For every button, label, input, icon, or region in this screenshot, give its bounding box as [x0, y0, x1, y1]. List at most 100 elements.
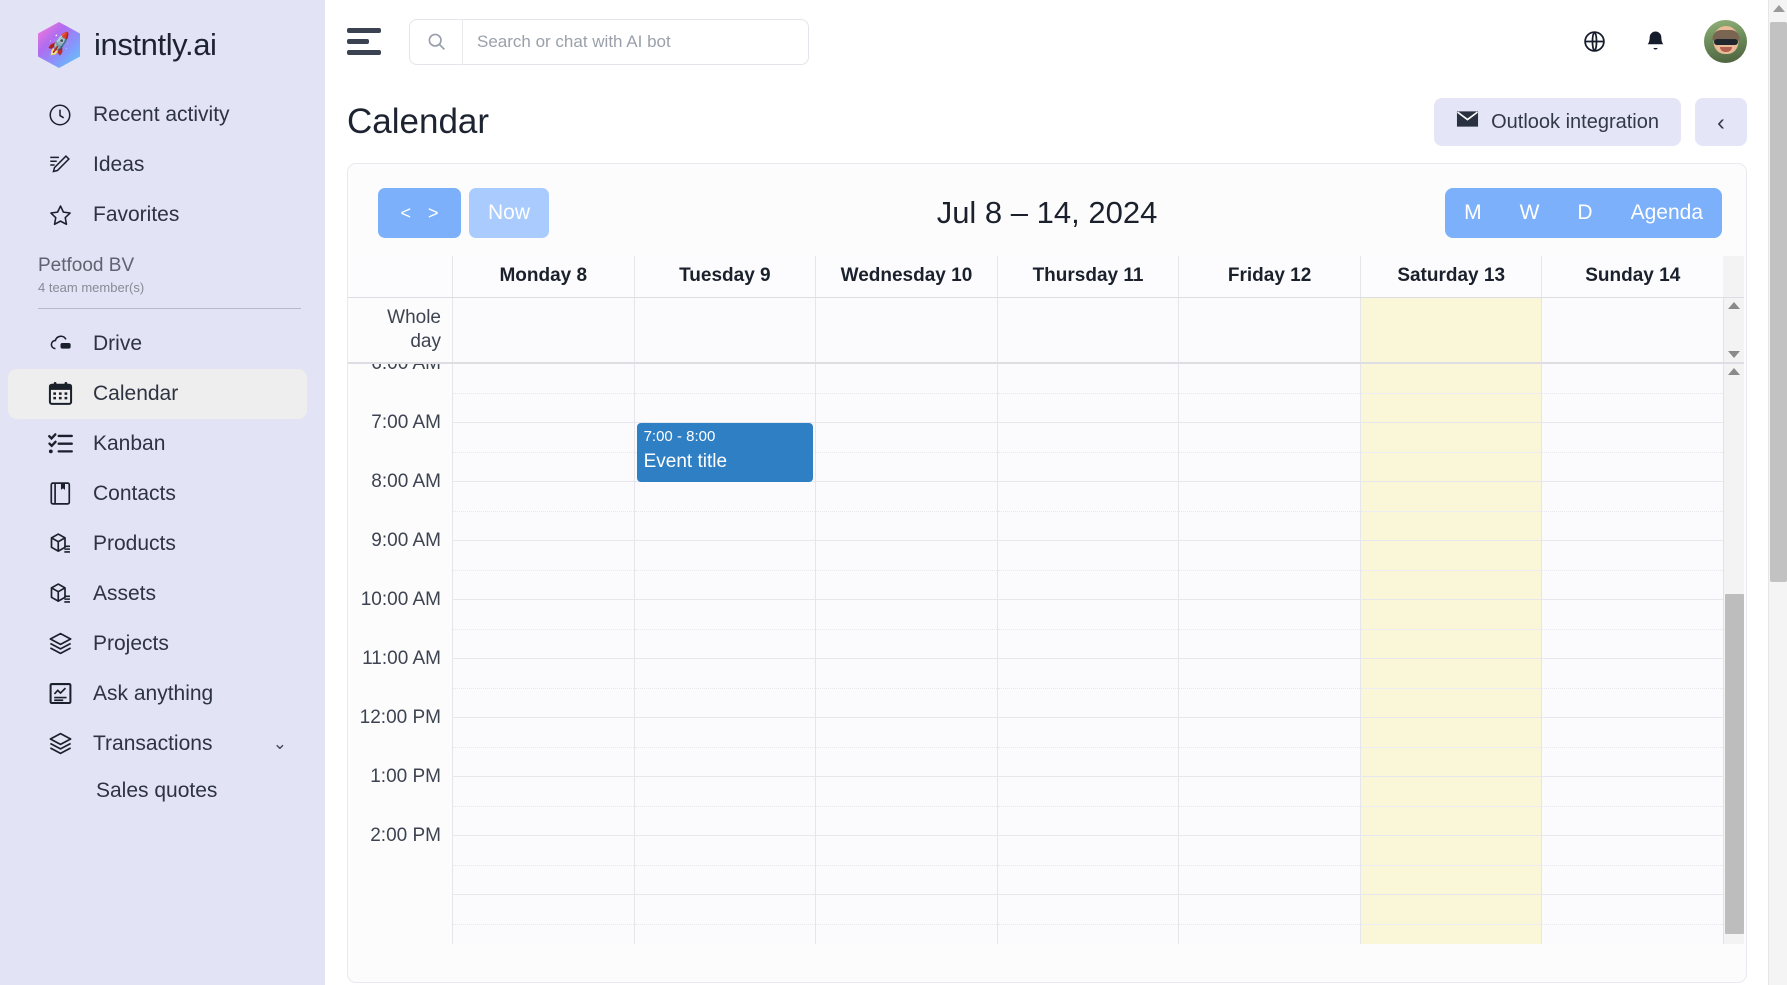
globe-icon[interactable]: [1582, 29, 1607, 54]
page-header: Calendar Outlook integration ‹: [325, 83, 1787, 153]
allday-cell-wednesday[interactable]: [815, 298, 997, 362]
sidebar-item-favorites[interactable]: Favorites: [8, 190, 307, 240]
allday-cell-thursday[interactable]: [997, 298, 1179, 362]
calendar-prev-button[interactable]: <: [400, 203, 411, 224]
sidebar-item-label: Kanban: [93, 432, 165, 456]
time-label: 10:00 AM: [348, 589, 452, 648]
calendar-time-grid: 6:00 AM 7:00 AM 8:00 AM 9:00 AM 10:00 AM…: [348, 364, 1744, 944]
sidebar-item-recent-activity[interactable]: Recent activity: [8, 90, 307, 140]
topbar: [325, 0, 1787, 83]
time-label: 8:00 AM: [348, 471, 452, 530]
sidebar-item-label: Ideas: [93, 153, 144, 177]
chart-image-icon: [46, 680, 74, 708]
sidebar-divider: [38, 308, 301, 309]
search-input[interactable]: [463, 20, 808, 64]
time-label: 11:00 AM: [348, 648, 452, 707]
time-grid-scrollbar[interactable]: [1723, 364, 1744, 944]
sidebar-item-label: Contacts: [93, 482, 176, 506]
browser-scrollbar[interactable]: [1768, 0, 1787, 985]
sidebar-item-label: Favorites: [93, 203, 179, 227]
sidebar-item-transactions[interactable]: Transactions ⌄: [8, 719, 307, 769]
search-box[interactable]: [409, 19, 809, 65]
day-header[interactable]: Monday 8: [452, 256, 634, 297]
envelope-icon: [1456, 110, 1479, 134]
time-label: 12:00 PM: [348, 707, 452, 766]
view-button-day[interactable]: D: [1558, 188, 1611, 238]
sidebar-item-label: Assets: [93, 582, 156, 606]
calendar-grid: Monday 8 Tuesday 9 Wednesday 10 Thursday…: [348, 256, 1746, 944]
chevron-down-icon[interactable]: ⌄: [273, 734, 293, 754]
sidebar-item-label: Drive: [93, 332, 142, 356]
main-area: Calendar Outlook integration ‹: [325, 0, 1787, 985]
topbar-actions: [1582, 20, 1787, 63]
page-title: Calendar: [347, 102, 489, 142]
team-block: Petfood BV 4 team member(s): [0, 240, 301, 295]
sidebar-item-assets[interactable]: Assets: [8, 569, 307, 619]
scroll-up-arrow-icon[interactable]: [1728, 302, 1740, 309]
day-header[interactable]: Thursday 11: [997, 256, 1179, 297]
day-header[interactable]: Sunday 14: [1541, 256, 1723, 297]
sidebar-subitem-sales-quotes[interactable]: Sales quotes: [0, 779, 325, 803]
team-member-count: 4 team member(s): [38, 280, 301, 295]
day-column-saturday[interactable]: [1360, 364, 1542, 944]
allday-cell-monday[interactable]: [452, 298, 634, 362]
layers-icon: [46, 630, 74, 658]
calendar-day-header-row: Monday 8 Tuesday 9 Wednesday 10 Thursday…: [348, 256, 1744, 298]
allday-cell-tuesday[interactable]: [634, 298, 816, 362]
scrollbar-thumb[interactable]: [1725, 594, 1744, 934]
day-column-sunday[interactable]: [1541, 364, 1723, 944]
day-column-friday[interactable]: [1178, 364, 1360, 944]
sidebar-item-contacts[interactable]: Contacts: [8, 469, 307, 519]
allday-label-line2: day: [348, 330, 441, 354]
collapse-panel-button[interactable]: ‹: [1695, 98, 1747, 146]
day-column-wednesday[interactable]: [815, 364, 997, 944]
day-header[interactable]: Friday 12: [1178, 256, 1360, 297]
sidebar-item-ask-anything[interactable]: Ask anything: [8, 669, 307, 719]
header-scrollbar-spacer: [1723, 256, 1744, 297]
view-button-agenda[interactable]: Agenda: [1612, 188, 1722, 238]
outlook-integration-button[interactable]: Outlook integration: [1434, 98, 1681, 146]
browser-scrollbar-thumb[interactable]: [1770, 22, 1787, 582]
calendar-view-group: M W D Agenda: [1445, 188, 1722, 238]
hamburger-icon[interactable]: [347, 26, 387, 58]
brand[interactable]: 🚀 instntly.ai: [0, 0, 325, 90]
day-column-thursday[interactable]: [997, 364, 1179, 944]
box-list-icon: [46, 530, 74, 558]
pencil-lines-icon: [46, 151, 74, 179]
calendar-prev-next-group[interactable]: < >: [378, 188, 461, 238]
day-column-tuesday[interactable]: 7:00 - 8:00 Event title: [634, 364, 816, 944]
allday-cell-sunday[interactable]: [1541, 298, 1723, 362]
view-button-week[interactable]: W: [1501, 188, 1559, 238]
calendar-event[interactable]: 7:00 - 8:00 Event title: [637, 423, 814, 482]
day-header[interactable]: Tuesday 9: [634, 256, 816, 297]
calendar-toolbar: < > Now Jul 8 – 14, 2024 M W D Agenda: [348, 164, 1746, 256]
sidebar-item-kanban[interactable]: Kanban: [8, 419, 307, 469]
time-label: 9:00 AM: [348, 530, 452, 589]
calendar-next-button[interactable]: >: [428, 203, 439, 224]
scroll-up-arrow-icon[interactable]: [1728, 368, 1740, 375]
sidebar-item-projects[interactable]: Projects: [8, 619, 307, 669]
sidebar-item-drive[interactable]: Drive: [8, 319, 307, 369]
day-header[interactable]: Wednesday 10: [815, 256, 997, 297]
scroll-up-arrow-icon[interactable]: [1773, 5, 1785, 12]
sidebar-item-label: Recent activity: [93, 103, 230, 127]
calendar-now-button[interactable]: Now: [469, 188, 549, 238]
avatar[interactable]: [1704, 20, 1747, 63]
app-root: 🚀 instntly.ai Recent activity Ideas: [0, 0, 1787, 985]
event-time: 7:00 - 8:00: [644, 428, 807, 447]
allday-label: Whole day: [348, 298, 452, 362]
cloud-drive-icon: [46, 330, 74, 358]
allday-scrollbar[interactable]: [1723, 298, 1744, 362]
allday-cell-friday[interactable]: [1178, 298, 1360, 362]
allday-cell-saturday[interactable]: [1360, 298, 1542, 362]
day-column-monday[interactable]: [452, 364, 634, 944]
search-icon: [410, 19, 463, 65]
sidebar-item-products[interactable]: Products: [8, 519, 307, 569]
bell-icon[interactable]: [1643, 29, 1668, 54]
day-header[interactable]: Saturday 13: [1360, 256, 1542, 297]
scroll-down-arrow-icon[interactable]: [1728, 351, 1740, 358]
sidebar-item-calendar[interactable]: Calendar: [8, 369, 307, 419]
event-title: Event title: [644, 450, 807, 475]
sidebar-item-ideas[interactable]: Ideas: [8, 140, 307, 190]
view-button-month[interactable]: M: [1445, 188, 1501, 238]
